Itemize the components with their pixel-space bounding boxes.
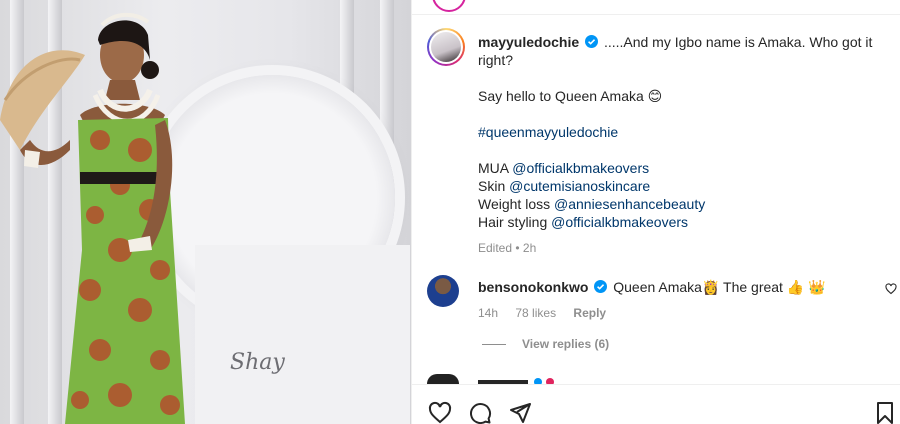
caption-line-2: Say hello to Queen Amaka 😊 bbox=[478, 88, 663, 104]
author-avatar[interactable] bbox=[427, 28, 465, 66]
verified-badge-icon bbox=[594, 280, 608, 293]
share-icon[interactable] bbox=[508, 401, 532, 424]
post-media[interactable]: Shay bbox=[0, 0, 411, 424]
photographer-watermark: Shay bbox=[230, 350, 285, 375]
comment-likes[interactable]: 78 likes bbox=[515, 306, 556, 320]
credit-handle-link[interactable]: @officialkbmakeovers bbox=[551, 214, 688, 230]
reply-button[interactable]: Reply bbox=[573, 306, 606, 320]
credit-label: Hair styling bbox=[478, 214, 548, 230]
credit-handle-link[interactable]: @cutemisianoskincare bbox=[509, 178, 650, 194]
author-username[interactable]: mayyuledochie bbox=[478, 34, 579, 50]
post-edited-time: Edited • 2h bbox=[478, 241, 537, 255]
caption: mayyuledochie .....And my Igbo name is A… bbox=[478, 33, 888, 257]
next-commenter-avatar[interactable] bbox=[427, 374, 459, 384]
credit-label: Skin bbox=[478, 178, 506, 194]
credit-line: Weight loss @anniesenhancebeauty bbox=[478, 195, 888, 213]
hashtag-link[interactable]: #queenmayyuledochie bbox=[478, 124, 618, 140]
model-figure-illustration bbox=[0, 12, 185, 424]
commenter-avatar[interactable] bbox=[427, 275, 459, 307]
credit-handle-link[interactable]: @officialkbmakeovers bbox=[512, 160, 649, 176]
credit-line: MUA @officialkbmakeovers bbox=[478, 159, 888, 177]
verified-badge-icon bbox=[585, 35, 599, 48]
next-comment-peek bbox=[478, 378, 554, 384]
header-divider bbox=[412, 14, 900, 15]
credit-label: Weight loss bbox=[478, 196, 551, 212]
credit-line: Hair styling @officialkbmakeovers bbox=[478, 213, 888, 231]
view-replies-button[interactable]: View replies (6) bbox=[482, 337, 609, 351]
bookmark-icon[interactable] bbox=[873, 401, 897, 424]
post-detail-panel: mayyuledochie .....And my Igbo name is A… bbox=[411, 0, 900, 424]
like-comment-heart-icon[interactable] bbox=[885, 283, 897, 295]
comment-icon[interactable] bbox=[468, 401, 492, 424]
commenter-username[interactable]: bensonokonkwo bbox=[478, 279, 588, 295]
comment-text: Queen Amaka👸 The great 👍 👑 bbox=[613, 279, 826, 295]
credit-label: MUA bbox=[478, 160, 509, 176]
credit-handle-link[interactable]: @anniesenhancebeauty bbox=[554, 196, 705, 212]
like-heart-icon[interactable] bbox=[428, 401, 452, 424]
post-action-bar bbox=[412, 384, 900, 424]
comment-time: 14h bbox=[478, 306, 499, 320]
header-avatar-peek[interactable] bbox=[432, 0, 466, 12]
credit-line: Skin @cutemisianoskincare bbox=[478, 177, 888, 195]
